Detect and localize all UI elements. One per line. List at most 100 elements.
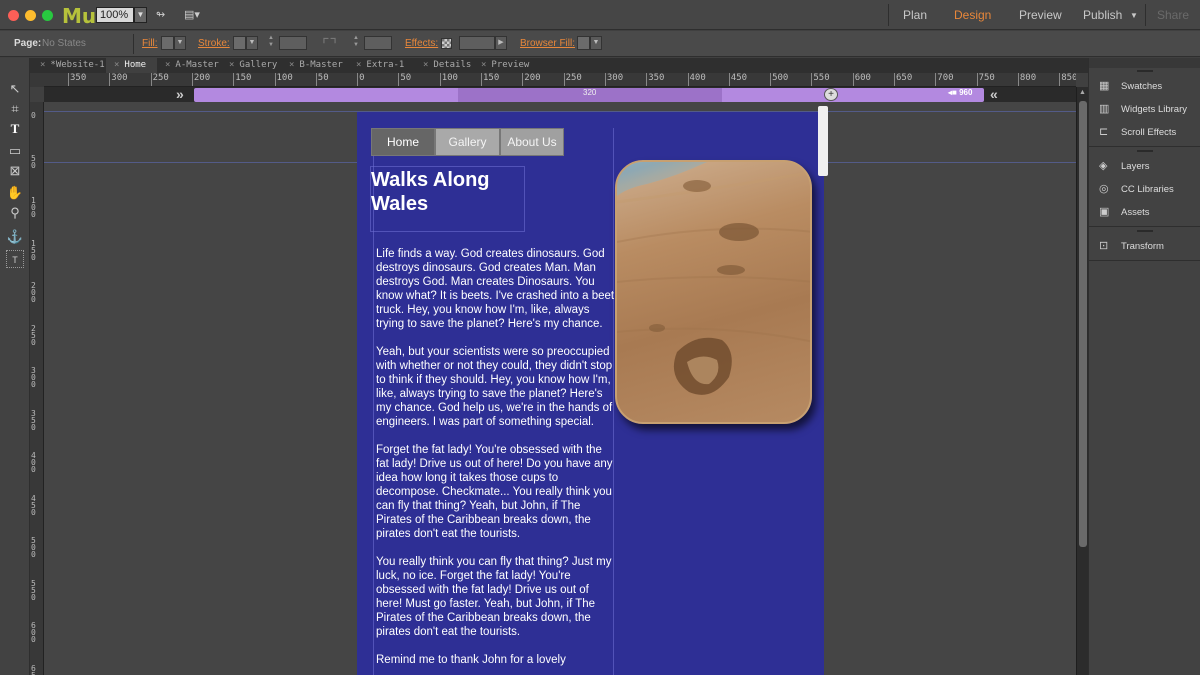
- nav-home[interactable]: Home: [371, 128, 435, 156]
- ruler-label: 150: [235, 73, 252, 83]
- cc-libraries-icon: ◎: [1099, 183, 1109, 196]
- ruler-label: 300: [31, 366, 36, 389]
- tab-website-1[interactable]: × *Website-1: [32, 58, 106, 73]
- breakpoint-bar[interactable]: » 320 + ◂■ 960 «: [44, 87, 1076, 102]
- page-height-handle[interactable]: [818, 106, 828, 176]
- title-bar: Mu 100% ▼ ↬ ▤▾ Plan Design Preview Publi…: [0, 0, 1200, 30]
- nav-gallery[interactable]: Gallery: [435, 128, 500, 156]
- ruler-label: 250: [565, 73, 582, 83]
- stroke-dropdown-icon[interactable]: ▼: [246, 36, 258, 50]
- swatches-panel-tab[interactable]: ▦ Swatches: [1099, 78, 1162, 96]
- vertical-ruler[interactable]: 0 50 100 150 200 250 300 350 400 450 500 550 600 650: [30, 102, 44, 675]
- tab-extra-1[interactable]: × Extra-1: [348, 58, 415, 73]
- paragraph: Yeah, but your scientists were so preocc…: [376, 346, 613, 428]
- ruler-label: 650: [896, 73, 913, 83]
- anchor-icon[interactable]: ⚓: [6, 228, 24, 246]
- ruler-tick: [191, 73, 193, 86]
- swatches-icon: ▦: [1099, 80, 1110, 93]
- opacity-field[interactable]: [459, 36, 495, 50]
- scroll-effects-panel-tab[interactable]: ⊏ Scroll Effects: [1099, 124, 1176, 142]
- frame-icon[interactable]: ⊠: [6, 162, 24, 180]
- ruler-tick: [687, 73, 689, 86]
- body-text-frame[interactable]: Life finds a way. God creates dinosaurs.…: [376, 247, 616, 675]
- scrollbar-thumb[interactable]: [1079, 101, 1087, 547]
- design-canvas[interactable]: Home Gallery About Us Walks Along Wales …: [44, 102, 1076, 675]
- opacity-arrow-icon[interactable]: ▶: [495, 36, 507, 50]
- browser-fill-dropdown-icon[interactable]: ▼: [590, 36, 602, 50]
- browser-fill-swatch[interactable]: [577, 36, 590, 50]
- stroke-width-stepper-icon[interactable]: ▲ ▼: [265, 35, 277, 51]
- browser-fill-label[interactable]: Browser Fill:: [520, 38, 575, 49]
- text-frame-icon[interactable]: T: [6, 250, 24, 268]
- ruler-label: 800: [1019, 73, 1037, 83]
- document-tabs: × *Website-1 × Home × A-Master × Gallery × B-…: [30, 58, 1088, 73]
- zoom-dropdown-icon[interactable]: ▼: [134, 7, 147, 23]
- rectangle-icon[interactable]: ▭: [6, 142, 24, 160]
- corner-radius-stepper-icon[interactable]: ▲ ▼: [350, 35, 362, 51]
- beach-footprints-image[interactable]: [615, 160, 812, 424]
- text-icon[interactable]: T: [6, 120, 24, 138]
- fill-dropdown-icon[interactable]: ▼: [174, 36, 186, 50]
- widgets-library-panel-tab[interactable]: ▥ Widgets Library: [1099, 101, 1187, 119]
- mode-preview[interactable]: Preview: [1019, 8, 1062, 22]
- chevron-right-icon[interactable]: »: [176, 87, 184, 101]
- tab-gallery[interactable]: × Gallery: [221, 58, 281, 73]
- canvas-scrollbar[interactable]: ▲: [1076, 87, 1088, 675]
- scroll-up-icon[interactable]: ▲: [1079, 89, 1086, 96]
- tab-b-master[interactable]: × B-Master: [281, 58, 348, 73]
- tab-details[interactable]: × Details: [415, 58, 473, 73]
- mode-publish[interactable]: Publish: [1083, 8, 1122, 22]
- corner-radius-field[interactable]: [364, 36, 392, 50]
- layers-panel-tab[interactable]: ◈ Layers: [1099, 158, 1150, 176]
- minimize-window-button[interactable]: [25, 10, 36, 21]
- add-breakpoint-icon[interactable]: +: [824, 88, 838, 101]
- stroke-label[interactable]: Stroke:: [198, 38, 230, 49]
- view-options-icon[interactable]: ▤▾: [184, 8, 204, 21]
- tab-preview[interactable]: × Preview: [473, 58, 533, 73]
- mode-plan[interactable]: Plan: [903, 8, 927, 22]
- ruler-tick: [770, 73, 772, 86]
- assets-panel-tab[interactable]: ▣ Assets: [1099, 204, 1150, 222]
- transform-panel-tab[interactable]: ⊡ Transform: [1099, 238, 1164, 256]
- ruler-label: 650: [31, 663, 36, 675]
- maximize-window-button[interactable]: [42, 10, 53, 21]
- ruler-label: 150: [483, 73, 500, 83]
- hand-icon[interactable]: ✋: [6, 184, 24, 202]
- mode-share[interactable]: Share: [1157, 8, 1189, 22]
- page-headline[interactable]: Walks Along Wales: [371, 168, 526, 216]
- ruler-label: 200: [193, 73, 211, 83]
- zoom-input[interactable]: 100%: [96, 7, 134, 23]
- paragraph: Life finds a way. God creates dinosaurs.…: [376, 248, 615, 330]
- horizontal-ruler[interactable]: 350 300 250 200 150 100 50 0 50 100 150 200 250 300 35…: [44, 73, 1076, 87]
- effects-label[interactable]: Effects:: [405, 38, 438, 49]
- selection-icon[interactable]: ↖: [6, 80, 24, 98]
- ruler-label: 50: [317, 73, 329, 83]
- ruler-label: 500: [31, 536, 36, 559]
- stroke-swatch[interactable]: [233, 36, 246, 50]
- stroke-width-field[interactable]: [279, 36, 307, 50]
- ruler-tick: [811, 73, 813, 86]
- ruler-label: 500: [772, 73, 789, 83]
- breakpoint-max-label[interactable]: ◂■ 960: [948, 88, 972, 97]
- page-state-value[interactable]: No States: [42, 38, 86, 49]
- ruler-label: 350: [70, 73, 87, 83]
- close-window-button[interactable]: [8, 10, 19, 21]
- ruler-label: 400: [31, 451, 36, 474]
- fill-label[interactable]: Fill:: [142, 38, 158, 49]
- mode-design[interactable]: Design: [954, 8, 991, 22]
- effects-icon[interactable]: [441, 38, 452, 49]
- nav-about-us[interactable]: About Us: [500, 128, 564, 156]
- corner-radius-icon[interactable]: ⌜⌝: [322, 35, 338, 54]
- ruler-label: 100: [31, 196, 36, 219]
- chevron-left-icon[interactable]: «: [990, 87, 998, 101]
- fill-swatch[interactable]: [161, 36, 174, 50]
- cc-libraries-panel-tab[interactable]: ◎ CC Libraries: [1099, 181, 1174, 199]
- link-icon[interactable]: ↬: [156, 8, 172, 21]
- tab-home[interactable]: × Home: [106, 58, 157, 73]
- tab-a-master[interactable]: × A-Master: [157, 58, 221, 73]
- publish-dropdown-icon[interactable]: ▼: [1130, 11, 1138, 20]
- ruler-tick: [976, 73, 978, 86]
- app-logo: Mu: [62, 4, 97, 28]
- zoom-icon[interactable]: ⚲: [6, 204, 24, 222]
- crop-icon[interactable]: ⌗: [6, 100, 24, 118]
